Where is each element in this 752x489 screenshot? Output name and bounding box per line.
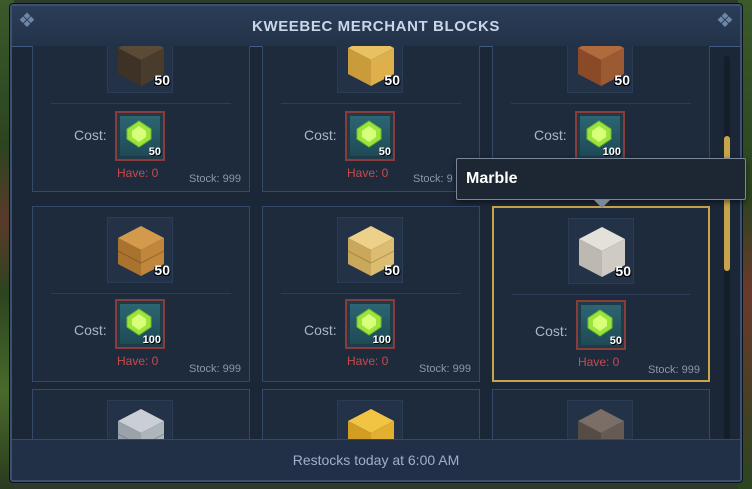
cost-label: Cost: [534,127,567,143]
merchant-window: ❖ KWEEBEC MERCHANT BLOCKS ❖ 50 Cost: 50 … [10,4,742,482]
restock-text: Restocks today at 6:00 AM [292,452,460,468]
item-slot[interactable]: 50 [107,46,173,93]
cost-slot[interactable]: 100 [575,111,625,161]
cost-quantity: 100 [372,334,391,346]
have-count: Have: 0 [578,355,620,369]
offer-card-selected[interactable]: 50 Cost: 50 Have: 0 Stock: 999 [492,206,710,382]
item-slot[interactable]: 50 [107,217,173,283]
item-quantity: 50 [615,263,631,279]
cost-slot[interactable]: 50 [576,300,626,350]
window-title: KWEEBEC MERCHANT BLOCKS [252,18,500,35]
item-quantity: 50 [154,262,170,278]
offer-card[interactable]: 50 Cost: 50 Have: 0 Stock: 9 [262,46,480,192]
tooltip-item-name: Marble [466,170,518,187]
cost-label: Cost: [74,322,107,338]
scrollbar-thumb[interactable] [724,136,730,271]
corner-ornament-icon: ❖ [716,10,734,32]
item-quantity: 50 [384,262,400,278]
stock-count: Stock: 9 [413,173,453,185]
cost-quantity: 100 [142,334,161,346]
divider [281,103,461,104]
cost-slot[interactable]: 50 [115,111,165,161]
divider [281,293,461,294]
have-count: Have: 0 [117,166,159,180]
divider [511,103,691,104]
item-slot[interactable]: 50 [567,46,633,93]
cost-label: Cost: [74,127,107,143]
divider [512,294,690,295]
divider [51,103,231,104]
green-gem-icon [126,308,152,336]
divider [51,293,231,294]
cost-slot[interactable]: 100 [345,299,395,349]
tooltip-arrow [593,199,611,208]
have-count: Have: 0 [117,354,159,368]
stock-count: Stock: 999 [189,363,241,375]
stock-count: Stock: 999 [189,173,241,185]
cost-label: Cost: [304,127,337,143]
item-slot[interactable]: 50 [337,46,403,93]
cost-quantity: 50 [148,146,161,158]
green-gem-icon [586,120,612,148]
green-gem-icon [126,120,152,148]
cost-label: Cost: [304,322,337,338]
have-count: Have: 0 [347,354,389,368]
item-quantity: 50 [614,72,630,88]
green-gem-icon [587,309,613,337]
cost-quantity: 100 [602,146,621,158]
green-gem-icon [356,120,382,148]
cost-quantity: 50 [609,335,622,347]
offer-card[interactable]: 50 Cost: 100 Have: 0 Stock: 999 [262,206,480,382]
have-count: Have: 0 [347,166,389,180]
corner-ornament-icon: ❖ [18,10,36,32]
offer-card[interactable]: 50 Cost: 50 Have: 0 Stock: 999 [32,46,250,192]
cost-slot[interactable]: 50 [345,111,395,161]
item-quantity: 50 [384,72,400,88]
footer-bar: Restocks today at 6:00 AM [12,439,740,480]
stock-count: Stock: 999 [648,364,700,376]
cost-label: Cost: [535,323,568,339]
offers-grid: 50 Cost: 50 Have: 0 Stock: 999 50 Cost: [32,46,722,448]
item-tooltip: Marble [456,158,746,208]
cost-slot[interactable]: 100 [115,299,165,349]
cost-quantity: 50 [378,146,391,158]
scrollbar[interactable] [724,56,730,448]
item-quantity: 50 [154,72,170,88]
item-slot[interactable]: 50 [568,218,634,284]
stock-count: Stock: 999 [419,363,471,375]
offer-card[interactable]: 50 Cost: 100 Have: 0 Stock: 999 [32,206,250,382]
item-slot[interactable]: 50 [337,217,403,283]
title-bar: ❖ KWEEBEC MERCHANT BLOCKS ❖ [12,6,740,47]
green-gem-icon [356,308,382,336]
